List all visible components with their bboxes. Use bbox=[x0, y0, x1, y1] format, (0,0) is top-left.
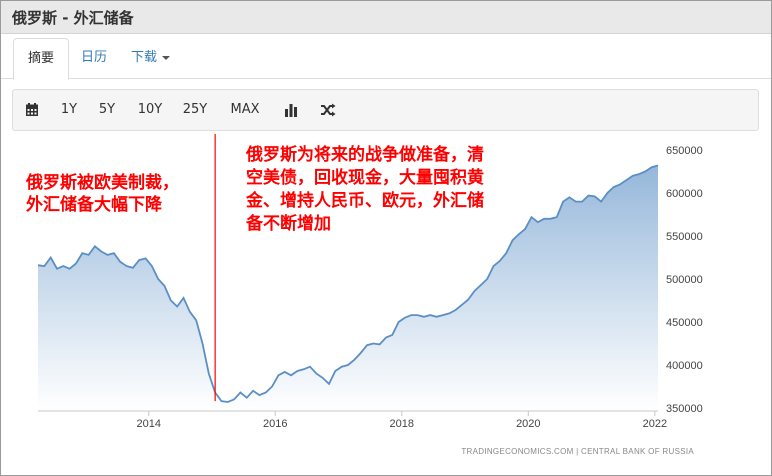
x-tick-label: 2014 bbox=[136, 418, 160, 430]
shuffle-icon[interactable] bbox=[317, 90, 339, 130]
x-tick-label: 2020 bbox=[516, 418, 540, 430]
x-tick-label: 2018 bbox=[390, 418, 414, 430]
y-axis: 350000 400000 450000 500000 550000 600000 6500… bbox=[666, 145, 703, 415]
y-tick-label: 650000 bbox=[666, 145, 703, 157]
x-axis: 2014 2016 2018 2020 2022 bbox=[136, 411, 667, 430]
annotation-right-line-3: 金、增持人民币、欧元，外汇储 bbox=[245, 190, 484, 211]
chart-toolbar: 1Y 5Y 10Y 25Y MAX bbox=[12, 89, 759, 131]
range-25y-button[interactable]: 25Y bbox=[180, 90, 210, 130]
y-tick-label: 350000 bbox=[666, 403, 703, 415]
annotation-left-line-2: 外汇储备大幅下降 bbox=[26, 194, 163, 215]
annotation-left-line-1: 俄罗斯被欧美制裁， bbox=[25, 172, 179, 193]
tab-calendar-label: 日历 bbox=[81, 50, 108, 65]
calendar-icon[interactable] bbox=[21, 90, 43, 130]
y-tick-label: 400000 bbox=[666, 360, 703, 372]
y-tick-label: 450000 bbox=[666, 317, 703, 329]
annotation-right-line-4: 备不断增加 bbox=[245, 213, 331, 234]
x-tick-label: 2016 bbox=[263, 418, 287, 430]
bar-chart-icon[interactable] bbox=[281, 90, 301, 130]
tab-bar: 摘要 日历 下载 bbox=[1, 38, 771, 80]
range-1y-button[interactable]: 1Y bbox=[57, 90, 81, 130]
source-credit: TRADINGECONOMICS.COM | CENTRAL BANK OF R… bbox=[461, 447, 694, 456]
range-max-button[interactable]: MAX bbox=[227, 90, 263, 130]
annotation-left: 俄罗斯被欧美制裁， 外汇储备大幅下降 bbox=[25, 172, 179, 215]
annotation-right: 俄罗斯为将来的战争做准备，清 空美债，回收现金，大量囤积黄 金、增持人民币、欧元… bbox=[245, 144, 484, 234]
annotation-right-line-1: 俄罗斯为将来的战争做准备，清 bbox=[245, 144, 484, 165]
y-tick-label: 600000 bbox=[666, 188, 703, 200]
tab-calendar[interactable]: 日历 bbox=[67, 38, 121, 78]
chevron-down-icon bbox=[162, 55, 171, 60]
y-tick-label: 500000 bbox=[666, 274, 703, 286]
tab-summary[interactable]: 摘要 bbox=[13, 38, 70, 80]
reserves-chart: 2014 2016 2018 2020 2022 350000 400000 450000 5… bbox=[25, 134, 703, 456]
tab-download[interactable]: 下载 bbox=[117, 38, 184, 78]
range-10y-button[interactable]: 10Y bbox=[135, 90, 165, 130]
annotation-right-line-2: 空美债，回收现金，大量囤积黄 bbox=[246, 167, 484, 188]
title-bar: 俄罗斯 - 外汇储备 bbox=[1, 1, 771, 34]
page-title: 俄罗斯 - 外汇储备 bbox=[12, 9, 134, 27]
range-5y-button[interactable]: 5Y bbox=[95, 90, 119, 130]
tab-summary-label: 摘要 bbox=[28, 51, 55, 66]
y-tick-label: 550000 bbox=[666, 231, 703, 243]
tab-download-label: 下载 bbox=[131, 50, 158, 65]
x-tick-label: 2022 bbox=[643, 418, 667, 430]
